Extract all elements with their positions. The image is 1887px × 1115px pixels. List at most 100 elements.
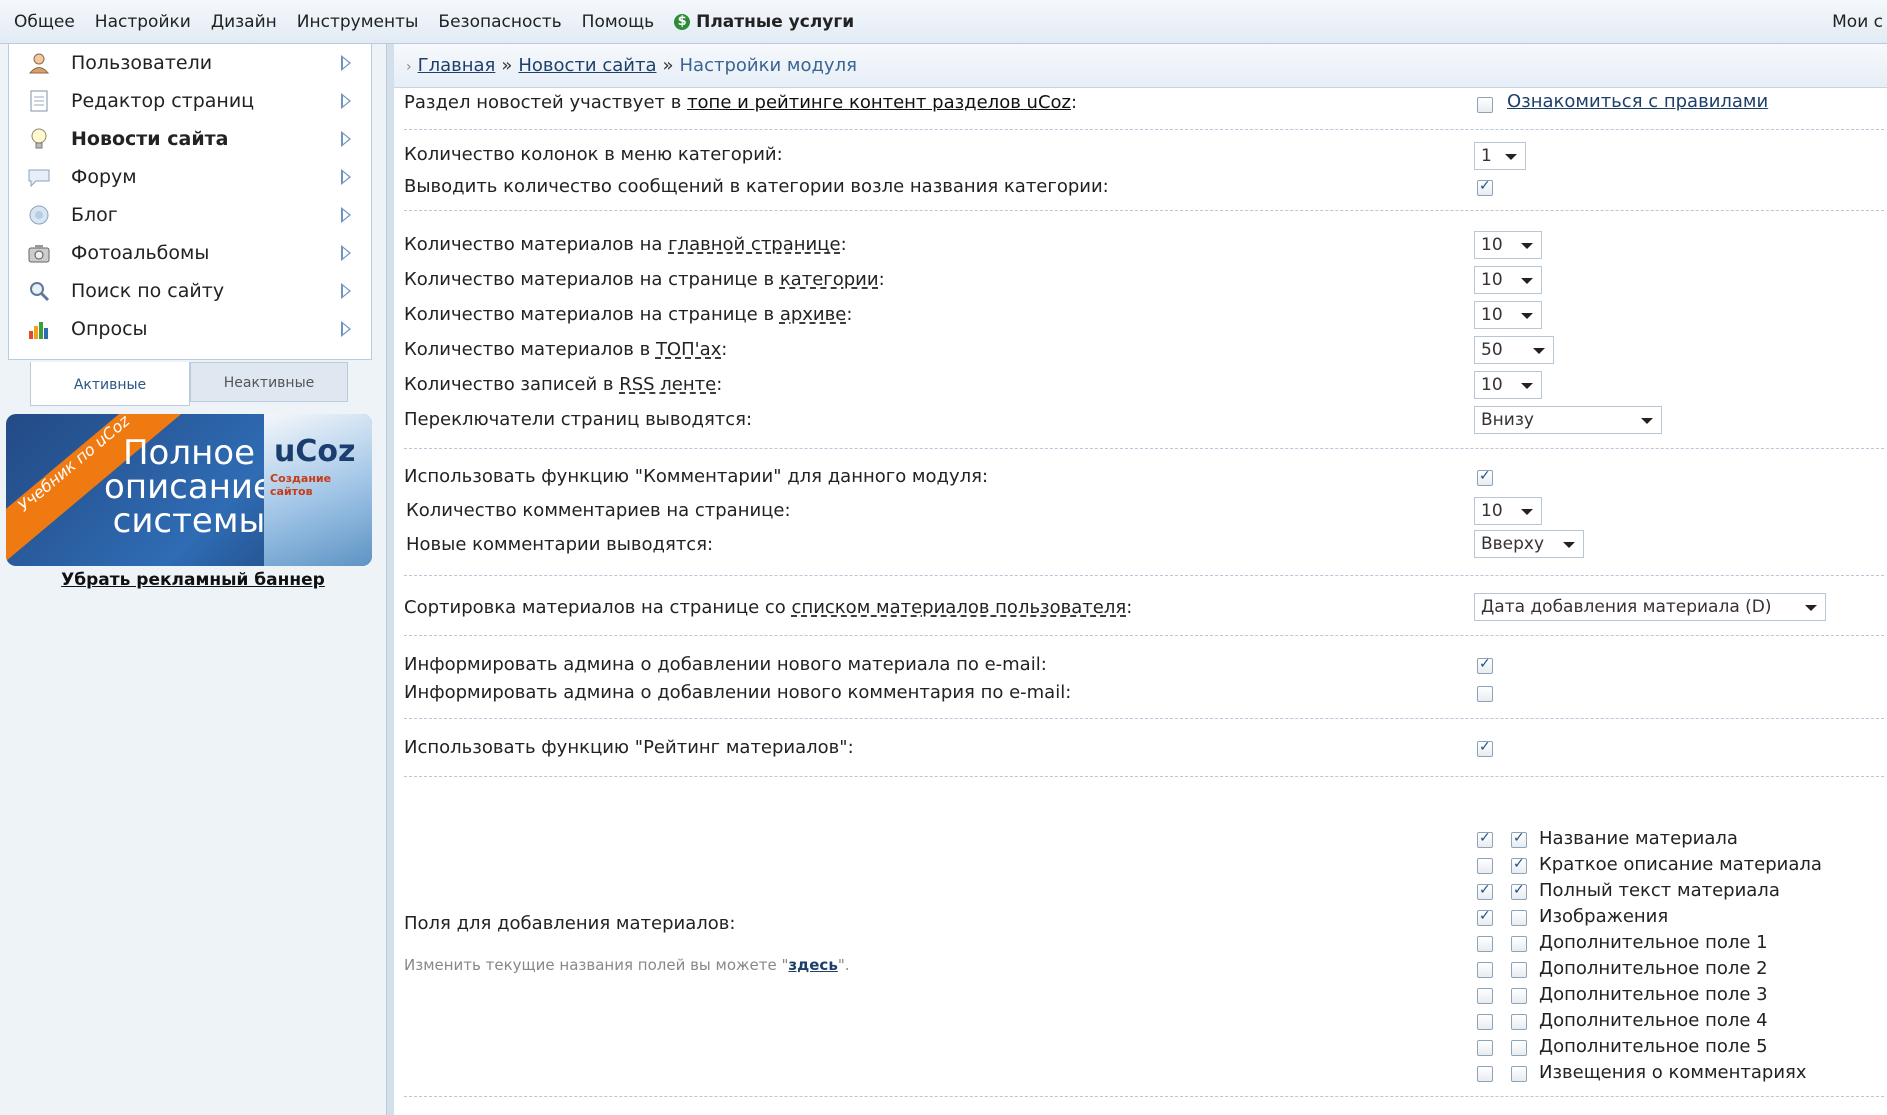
sidebar-item-users[interactable]: Пользователи bbox=[9, 44, 371, 82]
tab-inactive[interactable]: Неактивные bbox=[190, 362, 348, 402]
sidebar-item-label: Пользователи bbox=[71, 52, 213, 74]
caret-down-icon bbox=[1805, 605, 1817, 611]
label-part: Количество материалов в bbox=[404, 339, 656, 360]
field-name-label: Изображения bbox=[1539, 906, 1669, 927]
pager-pos-select[interactable]: Внизу bbox=[1474, 406, 1662, 434]
sidebar-item-site-search[interactable]: Поиск по сайту bbox=[9, 272, 371, 310]
hint-part: Изменить текущие названия полей вы может… bbox=[404, 956, 789, 974]
tab-active[interactable]: Активные bbox=[30, 362, 190, 406]
field-enabled-checkbox[interactable] bbox=[1511, 962, 1527, 978]
use-comments-checkbox[interactable] bbox=[1477, 468, 1493, 486]
menu-tools[interactable]: Инструменты bbox=[297, 12, 419, 32]
menu-design[interactable]: Дизайн bbox=[211, 12, 277, 32]
comments-per-page-select[interactable]: 10 bbox=[1474, 497, 1542, 525]
label-term: ТОП'ах bbox=[655, 339, 722, 360]
rules-link[interactable]: Ознакомиться с правилами bbox=[1507, 91, 1768, 112]
camera-icon bbox=[27, 241, 51, 265]
ad-banner[interactable]: Учебник по uCoz Полное описание системы … bbox=[6, 414, 372, 566]
field-required-checkbox[interactable] bbox=[1477, 988, 1493, 1004]
select-value: Дата добавления материала (D) bbox=[1481, 597, 1772, 617]
label-part: Количество записей в bbox=[404, 374, 620, 395]
banner-book-image: uCoz Создание сайтов bbox=[264, 414, 372, 566]
use-rating-checkbox[interactable] bbox=[1477, 739, 1493, 757]
new-comments-select[interactable]: Вверху bbox=[1474, 530, 1584, 558]
field-required-checkbox[interactable] bbox=[1477, 882, 1493, 900]
menu-general[interactable]: Общее bbox=[14, 12, 75, 32]
caret-down-icon bbox=[1521, 383, 1533, 389]
menu-help[interactable]: Помощь bbox=[582, 12, 654, 32]
user-sort-select[interactable]: Дата добавления материала (D) bbox=[1474, 593, 1826, 621]
notify-comment-label: Информировать админа о добавлении нового… bbox=[404, 682, 1072, 703]
field-required-checkbox[interactable] bbox=[1477, 1014, 1493, 1030]
caret-down-icon bbox=[1521, 243, 1533, 249]
chevron-right-icon bbox=[341, 131, 351, 147]
select-value: 10 bbox=[1481, 375, 1503, 395]
use-comments-label: Использовать функцию "Комментарии" для д… bbox=[404, 466, 989, 487]
label-term: главной странице bbox=[668, 234, 841, 255]
label-part: Количество материалов на bbox=[404, 234, 669, 255]
per-top-select[interactable]: 50 bbox=[1474, 336, 1554, 364]
per-rss-select[interactable]: 10 bbox=[1474, 371, 1542, 399]
field-enabled-checkbox[interactable] bbox=[1511, 936, 1527, 952]
cat-columns-select[interactable]: 1 bbox=[1474, 142, 1526, 170]
sidebar-item-blog[interactable]: Блог bbox=[9, 196, 371, 234]
top-rating-link[interactable]: топе и рейтинге контент разделов uCoz bbox=[687, 92, 1071, 113]
bulb-icon bbox=[27, 127, 51, 151]
per-cat-select[interactable]: 10 bbox=[1474, 266, 1542, 294]
field-required-checkbox[interactable] bbox=[1477, 1066, 1493, 1082]
select-value: 10 bbox=[1481, 305, 1503, 325]
field-name-label: Краткое описание материала bbox=[1539, 854, 1822, 875]
show-msg-count-checkbox[interactable] bbox=[1477, 178, 1493, 196]
caret-down-icon bbox=[1505, 154, 1517, 160]
label-part: : bbox=[840, 234, 847, 255]
field-enabled-checkbox[interactable] bbox=[1511, 856, 1527, 874]
breadcrumb-home[interactable]: Главная bbox=[418, 55, 496, 76]
breadcrumb-news[interactable]: Новости сайта bbox=[518, 55, 656, 76]
field-enabled-checkbox[interactable] bbox=[1511, 988, 1527, 1004]
fields-rename-link[interactable]: здесь bbox=[788, 956, 837, 974]
field-name-label: Дополнительное поле 5 bbox=[1539, 1036, 1768, 1057]
per-archive-select[interactable]: 10 bbox=[1474, 301, 1542, 329]
top-rating-checkbox[interactable] bbox=[1477, 97, 1493, 113]
divider bbox=[404, 129, 1884, 130]
sidebar-item-forum[interactable]: Форум bbox=[9, 158, 371, 196]
label-part: : bbox=[878, 269, 885, 290]
field-required-checkbox[interactable] bbox=[1477, 830, 1493, 848]
per-top-label: Количество материалов в ТОП'ах: bbox=[404, 339, 727, 360]
field-enabled-checkbox[interactable] bbox=[1511, 910, 1527, 926]
sidebar-item-page-editor[interactable]: Редактор страниц bbox=[9, 82, 371, 120]
breadcrumb-current: Настройки модуля bbox=[679, 55, 857, 76]
use-rating-label: Использовать функцию "Рейтинг материалов… bbox=[404, 737, 854, 758]
field-enabled-checkbox[interactable] bbox=[1511, 1066, 1527, 1082]
remove-banner-link[interactable]: Убрать рекламный баннер bbox=[0, 570, 386, 590]
menu-security[interactable]: Безопасность bbox=[438, 12, 561, 32]
fields-hint: Изменить текущие названия полей вы может… bbox=[404, 956, 849, 974]
menu-paid-services[interactable]: $ Платные услуги bbox=[674, 12, 854, 32]
notify-comment-checkbox[interactable] bbox=[1477, 686, 1493, 702]
field-name-label: Дополнительное поле 3 bbox=[1539, 984, 1768, 1005]
show-msg-count-label: Выводить количество сообщений в категори… bbox=[404, 176, 1109, 197]
notify-material-checkbox[interactable] bbox=[1477, 656, 1493, 674]
menu-settings[interactable]: Настройки bbox=[95, 12, 191, 32]
label-part: : bbox=[721, 339, 728, 360]
field-required-checkbox[interactable] bbox=[1477, 908, 1493, 926]
per-main-select[interactable]: 10 bbox=[1474, 231, 1542, 259]
field-enabled-checkbox[interactable] bbox=[1511, 1014, 1527, 1030]
sidebar-item-polls[interactable]: Опросы bbox=[9, 310, 371, 348]
field-enabled-checkbox[interactable] bbox=[1511, 882, 1527, 900]
sidebar-item-photo-albums[interactable]: Фотоальбомы bbox=[9, 234, 371, 272]
field-enabled-checkbox[interactable] bbox=[1511, 830, 1527, 848]
label-part: : bbox=[716, 374, 723, 395]
field-required-checkbox[interactable] bbox=[1477, 858, 1493, 874]
field-required-checkbox[interactable] bbox=[1477, 962, 1493, 978]
divider bbox=[404, 635, 1884, 636]
field-enabled-checkbox[interactable] bbox=[1511, 1040, 1527, 1056]
field-required-checkbox[interactable] bbox=[1477, 1040, 1493, 1056]
sidebar-item-site-news[interactable]: Новости сайта bbox=[9, 120, 371, 158]
chevron-right-icon bbox=[341, 55, 351, 71]
field-required-checkbox[interactable] bbox=[1477, 936, 1493, 952]
chevron-right-icon: › bbox=[406, 59, 412, 75]
chat-icon bbox=[27, 165, 51, 189]
sidebar-item-label: Блог bbox=[71, 204, 118, 226]
menu-my-sites[interactable]: Мои с bbox=[1832, 0, 1887, 44]
